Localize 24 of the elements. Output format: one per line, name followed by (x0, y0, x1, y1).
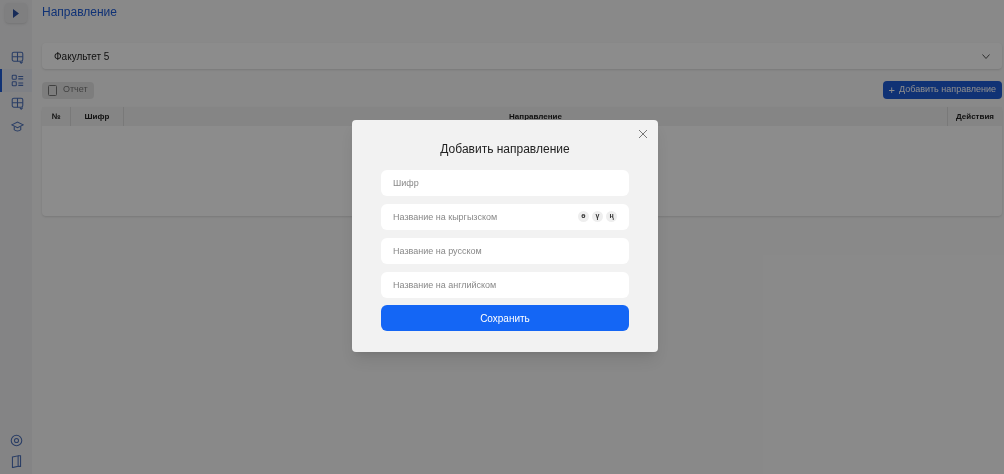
column-header: № (42, 107, 71, 126)
save-button[interactable]: Сохранить (381, 305, 629, 331)
page-title: Направление (42, 4, 118, 20)
chevron-down-icon (982, 53, 990, 59)
list-icon (10, 74, 24, 87)
layout-icon (10, 97, 24, 110)
layout-icon (10, 51, 24, 64)
close-icon[interactable] (639, 130, 647, 138)
plus-icon: + (888, 81, 895, 99)
expand-button[interactable] (5, 3, 27, 23)
input-field[interactable]: Название на английском (381, 272, 629, 298)
document-icon (48, 84, 57, 96)
caret-icon (13, 8, 19, 18)
book-icon (9, 455, 23, 468)
column-header: Действия (954, 110, 995, 123)
faculty-select[interactable]: Факультет 5 (42, 43, 1002, 69)
input-field[interactable]: Шифр (381, 170, 629, 196)
sidebar-item[interactable] (0, 69, 32, 92)
dialog-title: Добавить направление (440, 142, 570, 156)
input-field[interactable]: Название на русском (381, 238, 629, 264)
add-direction-button[interactable]: + Добавить направление (882, 81, 1002, 99)
settings-icon (9, 434, 23, 447)
column-header: Шифр (71, 107, 124, 126)
graduation-cap-icon (10, 120, 24, 133)
